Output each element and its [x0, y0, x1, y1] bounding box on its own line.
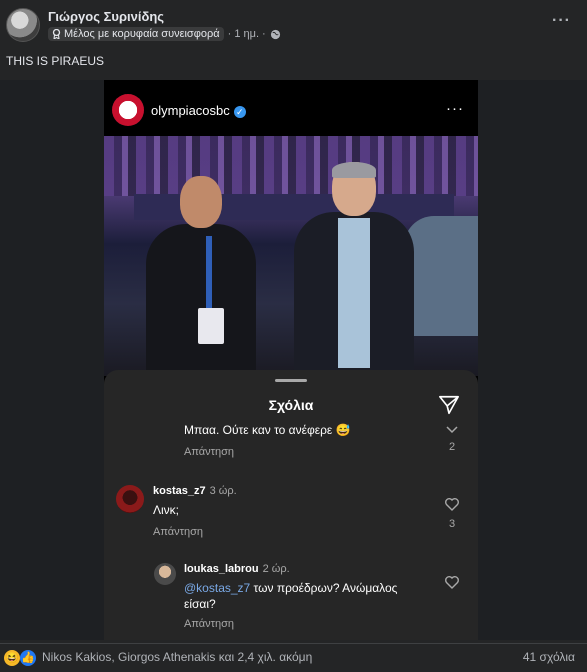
post-options-icon[interactable]: ··· [552, 12, 571, 30]
comments-sheet: Σχόλια Μπαα. Ούτε καν το ανέφερε 😅 Απάντ… [104, 370, 478, 640]
chevron-down-icon [446, 426, 458, 434]
post-media[interactable]: olympiacosbc ✓ ··· Σχόλια Μπαα. Ούτε καν… [0, 80, 587, 640]
olympiacos-logo [112, 94, 144, 126]
comment-text: @kostas_z7 των προέδρων? Ανώμαλος είσαι? [184, 581, 398, 611]
badge-label: Μέλος με κορυφαία συνεισφορά [64, 28, 220, 40]
reply-button: Απάντηση [153, 526, 203, 538]
reply-button: Απάντηση [184, 446, 234, 458]
send-icon [439, 395, 459, 415]
like-reaction-icon[interactable]: 👍 [20, 650, 36, 666]
comment-text: Μπαα. Ούτε καν το ανέφερε 😅 [184, 423, 351, 437]
post-meta: Μέλος με κορυφαία συνεισφορά · 1 ημ. · [48, 27, 281, 41]
camera-operator [404, 216, 478, 336]
haha-reaction-icon[interactable]: 😆 [4, 650, 20, 666]
ig-options-icon: ··· [446, 100, 464, 117]
reply-button: Απάντηση [184, 618, 234, 630]
ig-photo [104, 136, 478, 376]
sheet-title: Σχόλια [268, 397, 314, 413]
top-contributor-badge[interactable]: Μέλος με κορυφαία συνεισφορά [48, 27, 224, 41]
ig-header: olympiacosbc ✓ ··· [104, 80, 478, 136]
comment-user: kostas_z7 3 ώρ. [153, 485, 237, 497]
comment-mention: @kostas_z7 [184, 581, 251, 595]
commenter-avatar [116, 485, 144, 513]
globe-icon [270, 29, 280, 39]
person-right [294, 162, 414, 376]
like-count: 2 [449, 441, 456, 453]
sheet-handle [275, 379, 307, 382]
post-header: Γιώργος Συρινίδης Μέλος με κορυφαία συνε… [0, 0, 587, 50]
comment-text: Λινκ; [153, 503, 180, 517]
heart-icon [445, 498, 459, 511]
like-count: 3 [449, 518, 456, 530]
author-avatar[interactable] [6, 8, 40, 42]
post-text: THIS IS PIRAEUS [6, 54, 105, 68]
heart-icon [445, 576, 459, 589]
post-time[interactable]: · 1 ημ. · [228, 28, 266, 40]
instagram-screenshot: olympiacosbc ✓ ··· Σχόλια Μπαα. Ούτε καν… [104, 80, 478, 640]
badge-icon [52, 29, 61, 39]
reactions-summary[interactable]: Nikos Kakios, Giorgos Athenakis και 2,4 … [42, 650, 312, 664]
post-footer: 😆 👍 Nikos Kakios, Giorgos Athenakis και … [0, 643, 587, 672]
author-name[interactable]: Γιώργος Συρινίδης [48, 9, 164, 24]
comments-count-link[interactable]: 41 σχόλια [523, 650, 575, 664]
comment-user: loukas_labrou 2 ώρ. [184, 563, 290, 575]
verified-icon: ✓ [233, 105, 246, 118]
ig-username: olympiacosbc ✓ [151, 103, 246, 118]
person-left [146, 176, 256, 376]
commenter-avatar [154, 563, 176, 585]
